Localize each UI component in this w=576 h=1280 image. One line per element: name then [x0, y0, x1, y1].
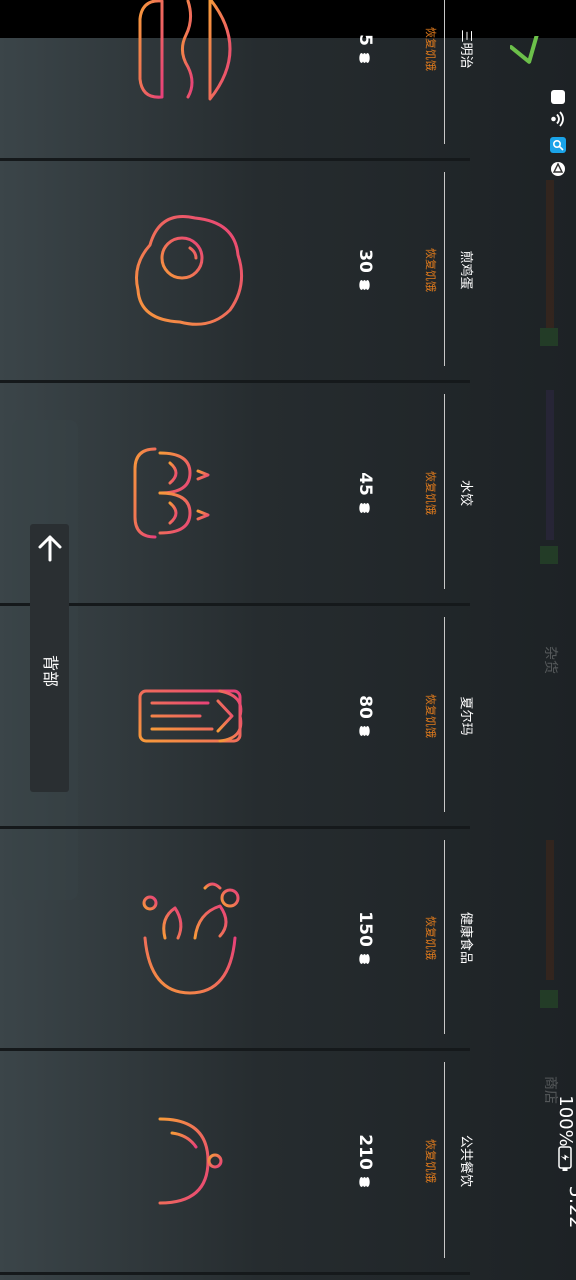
cost-value: 210: [355, 1134, 375, 1170]
notification-icon: [549, 88, 567, 106]
divider: [444, 394, 445, 589]
coins-icon: [355, 1170, 375, 1188]
food-item-row[interactable]: 30 恢复饥饿 煎鸡蛋: [0, 160, 473, 380]
item-cost: 5: [353, 14, 377, 84]
back-button-label: 背部: [41, 654, 60, 687]
item-name: 夏尔玛: [458, 695, 473, 735]
item-name: 三明治: [458, 29, 473, 69]
wifi-icon: [549, 110, 567, 128]
item-effect: 恢复饥饿: [424, 27, 437, 71]
coins-icon: [355, 273, 375, 291]
coins-icon: [355, 495, 375, 513]
cost-value: 45: [355, 471, 375, 496]
item-effect: 恢复饥饿: [424, 470, 437, 515]
coins-icon: [355, 46, 375, 64]
check-icon[interactable]: [510, 36, 544, 70]
item-name: 煎鸡蛋: [458, 250, 473, 290]
catering-icon: [120, 1091, 260, 1231]
row-separator: [0, 1272, 470, 1275]
cost-value: 80: [355, 694, 375, 719]
item-cost: 30: [353, 235, 377, 305]
divider: [444, 0, 445, 144]
battery-charging-icon: [558, 1146, 572, 1171]
coins-icon: [355, 947, 375, 965]
item-cost: 150: [353, 903, 377, 973]
clock: 5:22: [565, 1185, 576, 1229]
divider: [444, 840, 445, 1034]
item-effect: 恢复饥饿: [424, 248, 437, 292]
food-item-row[interactable]: 210 恢复饥饿 公共餐饮: [0, 1050, 473, 1272]
cost-value: 5: [355, 34, 375, 46]
cost-value: 30: [355, 249, 375, 273]
sandwich-icon: [120, 0, 260, 119]
item-cost: 45: [353, 458, 377, 528]
item-name: 公共餐饮: [458, 1134, 473, 1187]
app-icon: [549, 160, 567, 178]
dumplings-icon: [120, 423, 260, 563]
screen: 杂货 商店 5 恢复饥饿 三明治 30 恢复饥饿 煎鸡蛋 45 恢复饥饿 水饺 80 恢复饥…: [0, 0, 576, 1280]
divider: [444, 617, 445, 812]
arrow-up-icon: [38, 535, 62, 562]
item-effect: 恢复饥饿: [424, 1139, 437, 1183]
item-name: 水饺: [458, 479, 473, 506]
food-item-row[interactable]: 5 恢复饥饿 三明治: [0, 0, 473, 158]
fried-egg-icon: [120, 200, 260, 340]
food-item-row[interactable]: 45 恢复饥饿 水饺: [0, 382, 473, 603]
food-item-row[interactable]: 150 恢复饥饿 健康食品: [0, 828, 473, 1048]
item-effect: 恢复饥饿: [424, 916, 437, 960]
search-app-icon: [549, 136, 567, 154]
divider: [444, 1062, 445, 1258]
item-name: 健康食品: [458, 911, 473, 964]
item-cost: 210: [353, 1126, 377, 1196]
shawarma-icon: [120, 646, 260, 786]
back-button[interactable]: 背部: [30, 524, 69, 792]
healthy-food-icon: [120, 868, 260, 1008]
divider: [444, 172, 445, 366]
coins-icon: [355, 718, 375, 736]
food-item-row[interactable]: 80 恢复饥饿 夏尔玛: [0, 605, 473, 826]
item-effect: 恢复饥饿: [424, 693, 437, 738]
item-cost: 80: [353, 681, 377, 751]
cost-value: 150: [355, 911, 375, 947]
